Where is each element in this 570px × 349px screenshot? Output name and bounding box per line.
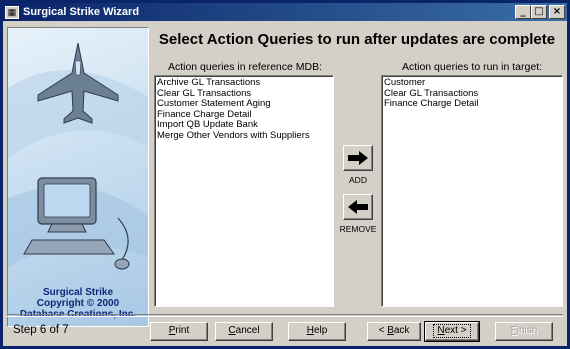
remove-label: REMOVE	[339, 224, 377, 234]
print-button[interactable]: Print	[150, 322, 208, 341]
target-queries-list[interactable]: Customer Clear GL Transactions Finance C…	[381, 75, 563, 307]
reference-queries-list[interactable]: Archive GL Transactions Clear GL Transac…	[154, 75, 334, 307]
credits-copyright: Copyright © 2000	[36, 298, 120, 309]
help-button-label: elp	[313, 325, 328, 336]
window-controls: _ □ ×	[515, 5, 565, 19]
title-bar[interactable]: ▦ Surgical Strike Wizard _ □ ×	[3, 3, 567, 21]
list-item[interactable]: Customer Statement Aging	[157, 98, 331, 110]
list-item[interactable]: Finance Charge Detail	[384, 98, 560, 110]
back-button-key: B	[387, 325, 394, 336]
sidebar-art	[8, 42, 148, 270]
credits-product: Surgical Strike	[42, 287, 114, 298]
target-list-label: Action queries to run in target:	[401, 61, 543, 73]
arrow-left-icon	[348, 200, 368, 214]
list-item[interactable]: Import QB Update Bank	[157, 119, 331, 131]
sidebar-panel: Surgical Strike Copyright © 2000 Databas…	[7, 27, 149, 327]
list-item[interactable]: Merge Other Vendors with Suppliers	[157, 130, 331, 142]
next-button-label: ext >	[444, 325, 467, 336]
remove-button[interactable]	[343, 194, 373, 220]
print-button-label: rint	[175, 325, 190, 336]
next-button-key: N	[437, 325, 445, 336]
arrow-right-icon	[348, 151, 368, 165]
help-button[interactable]: Help	[288, 322, 346, 341]
window-title: Surgical Strike Wizard	[23, 6, 140, 18]
help-button-key: H	[306, 325, 314, 336]
minimize-button[interactable]: _	[515, 5, 531, 19]
list-item[interactable]: Archive GL Transactions	[157, 77, 331, 89]
back-button-label: ack	[393, 325, 410, 336]
reference-list-label: Action queries in reference MDB:	[167, 61, 323, 73]
finish-button-label: inish	[516, 325, 538, 336]
cancel-button-key: C	[228, 325, 236, 336]
next-button[interactable]: Next >	[424, 321, 480, 342]
add-label: ADD	[349, 175, 367, 185]
wizard-body: Surgical Strike Copyright © 2000 Databas…	[3, 21, 567, 346]
list-item[interactable]: Customer	[384, 77, 560, 89]
maximize-button[interactable]: □	[531, 5, 547, 19]
close-button[interactable]: ×	[549, 5, 565, 19]
add-button[interactable]	[343, 145, 373, 171]
app-icon[interactable]: ▦	[5, 5, 19, 19]
back-button[interactable]: < Back	[367, 322, 421, 341]
wizard-window: ▦ Surgical Strike Wizard _ □ × Surgical …	[0, 0, 570, 349]
cancel-button[interactable]: Cancel	[215, 322, 273, 341]
cancel-button-label: ancel	[235, 325, 260, 336]
page-title: Select Action Queries to run after updat…	[158, 31, 556, 48]
finish-button[interactable]: Finish	[495, 322, 553, 341]
step-indicator: Step 6 of 7	[13, 324, 69, 336]
wizard-footer: Step 6 of 7 Print Cancel Help < Back Nex…	[7, 314, 563, 342]
back-button-prefix: <	[378, 325, 388, 336]
